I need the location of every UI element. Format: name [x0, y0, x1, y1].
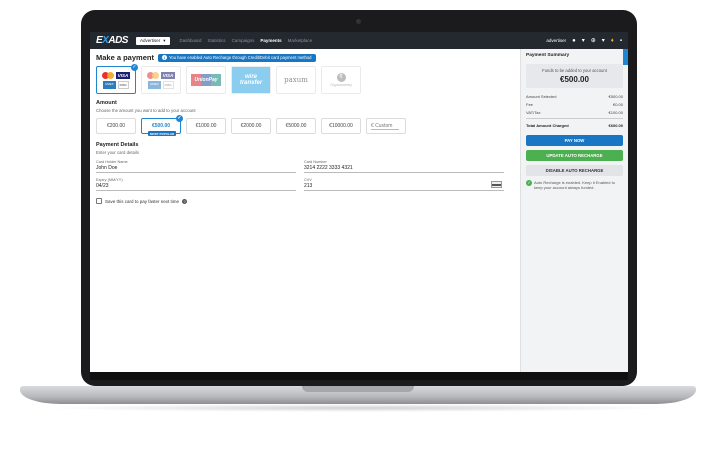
amex-icon: AMEX	[148, 80, 161, 89]
disable-auto-recharge-button[interactable]: DISABLE AUTO RECHARGE	[526, 165, 623, 176]
role-select[interactable]: Advertiser ▾	[136, 36, 170, 45]
discover-icon: DISC	[162, 80, 174, 89]
page-title: Make a payment	[96, 53, 154, 62]
amount-option-5000[interactable]: €5000.00	[276, 118, 316, 134]
custom-amount-box	[366, 118, 406, 134]
chevron-down-icon[interactable]: ▾	[602, 37, 605, 44]
amount-option-200[interactable]: €200.00	[96, 118, 136, 134]
exads-logo[interactable]: EXADS	[96, 35, 136, 46]
top-navbar: EXADS Advertiser ▾ Dashboard Statistics …	[90, 32, 628, 49]
card-holder-field[interactable]: John Doe	[96, 164, 296, 173]
info-text: You have enabled Auto Recharge through C…	[168, 55, 312, 60]
divider	[526, 118, 623, 119]
most-popular-badge: MOST POPULAR	[148, 131, 177, 136]
expiry-field[interactable]: 04/23	[96, 182, 296, 191]
nav-link-marketplace[interactable]: Marketplace	[288, 38, 313, 43]
amount-subtitle: Choose the amount you want to add to you…	[96, 108, 196, 113]
payment-details-subtitle: Enter your card details	[96, 150, 139, 155]
custom-amount-input[interactable]	[371, 122, 399, 130]
funds-box: Funds to be added to your account €500.0…	[526, 64, 623, 88]
crypto-icon: ¢	[336, 73, 346, 82]
amount-option-2000[interactable]: €2000.00	[231, 118, 271, 134]
app-screen: EXADS Advertiser ▾ Dashboard Statistics …	[90, 32, 628, 376]
funds-label: Funds to be added to your account	[542, 68, 607, 73]
update-auto-recharge-button[interactable]: UPDATE AUTO RECHARGE	[526, 150, 623, 161]
nav-link-dashboard[interactable]: Dashboard	[180, 38, 202, 43]
nav-link-statistics[interactable]: Statistics	[208, 38, 226, 43]
role-select-value: Advertiser	[140, 38, 161, 43]
auto-recharge-note-text: Auto Recharge is enabled. Keep it Enable…	[534, 180, 615, 190]
panel-accent	[623, 49, 628, 65]
visa-logo: VISA	[160, 71, 176, 79]
check-circle-icon: ✓	[526, 180, 532, 186]
save-card-row: Save this card to pay faster next time ?	[96, 198, 514, 204]
laptop-shadow	[40, 404, 676, 412]
user-icon[interactable]: ●	[572, 38, 576, 44]
summary-row: VAT/Tax €100.00	[526, 109, 623, 115]
card-number-field[interactable]: 3214 2222 3333 4321	[304, 164, 504, 173]
camera-icon	[356, 19, 361, 24]
unionpay-logo: UnionPay	[191, 74, 221, 86]
summary-row: Fee €0.00	[526, 101, 623, 107]
summary-row: Amount Selected €500.00	[526, 93, 623, 99]
chat-icon[interactable]: ▪	[620, 38, 622, 44]
nav-right: advertiser ● ▾ ⊕ ▾ ♦ ▪	[546, 37, 622, 45]
funds-value: €500.00	[560, 75, 589, 84]
amount-options: €200.00 ✓ €500.00 MOST POPULAR €1000.00 …	[96, 115, 514, 136]
amex-icon: AMEX	[103, 80, 116, 89]
save-card-label: Save this card to pay faster next time	[105, 198, 180, 204]
paxum-logo: paxum	[284, 76, 308, 84]
crypto-label: Cryptocurrency	[330, 83, 352, 87]
payment-main: Make a payment i You have enabled Auto R…	[90, 49, 520, 376]
cvv-value: 213	[304, 183, 313, 189]
payment-details-title: Payment Details	[96, 142, 139, 148]
user-name[interactable]: advertiser	[546, 38, 566, 43]
amount-option-500[interactable]: ✓ €500.00 MOST POPULAR	[141, 115, 183, 136]
payment-methods: ✓ VISA AMEX DISC VISA AMEX DISC UnionPay w…	[96, 64, 514, 94]
check-icon: ✓	[176, 115, 183, 122]
method-card[interactable]: ✓ VISA AMEX DISC	[96, 64, 138, 94]
nav-link-campaigns[interactable]: Campaigns	[232, 38, 255, 43]
globe-icon[interactable]: ⊕	[591, 37, 596, 44]
method-crypto[interactable]: ¢ Cryptocurrency	[321, 66, 361, 94]
chevron-down-icon[interactable]: ▾	[582, 37, 585, 44]
payment-summary-panel: Payment Summary Funds to be added to you…	[520, 49, 628, 376]
screen-bezel-bottom	[90, 372, 628, 380]
mastercard-icon	[146, 71, 159, 79]
check-icon: ✓	[131, 64, 138, 71]
amount-option-1000[interactable]: €1000.00	[186, 118, 226, 134]
info-icon: i	[161, 55, 167, 60]
amount-option-10000[interactable]: €10000.00	[321, 118, 361, 134]
amount-title: Amount	[96, 100, 117, 106]
card-back-icon	[491, 181, 502, 188]
visa-logo: VISA	[115, 71, 131, 79]
laptop-notch	[302, 386, 414, 392]
pay-now-button[interactable]: PAY NOW	[526, 135, 623, 146]
card-fields: Card Holder Name John Doe Card Number 32…	[96, 160, 514, 191]
method-paxum[interactable]: paxum	[276, 66, 316, 94]
chevron-down-icon: ▾	[163, 37, 166, 43]
method-unionpay[interactable]: UnionPay	[186, 66, 226, 94]
bell-icon[interactable]: ♦	[611, 38, 614, 44]
nav-link-payments[interactable]: Payments	[260, 38, 281, 43]
discover-icon: DISC	[117, 80, 129, 89]
auto-recharge-info-badge: i You have enabled Auto Recharge through…	[157, 53, 316, 62]
summary-total-row: Total Amount Charged €600.00	[526, 122, 623, 128]
amount-option-label: €500.00	[151, 123, 171, 129]
help-icon[interactable]: ?	[182, 198, 188, 204]
cvv-field[interactable]: 213	[304, 181, 504, 191]
mastercard-icon	[101, 71, 114, 79]
method-card-alt[interactable]: VISA AMEX DISC	[141, 66, 181, 94]
method-wire-transfer[interactable]: wire transfer	[231, 66, 271, 94]
summary-title: Payment Summary	[526, 53, 570, 58]
auto-recharge-note: ✓ Auto Recharge is enabled. Keep it Enab…	[526, 180, 623, 190]
wire-transfer-logo: wire transfer	[232, 67, 270, 93]
save-card-checkbox[interactable]	[96, 198, 102, 204]
